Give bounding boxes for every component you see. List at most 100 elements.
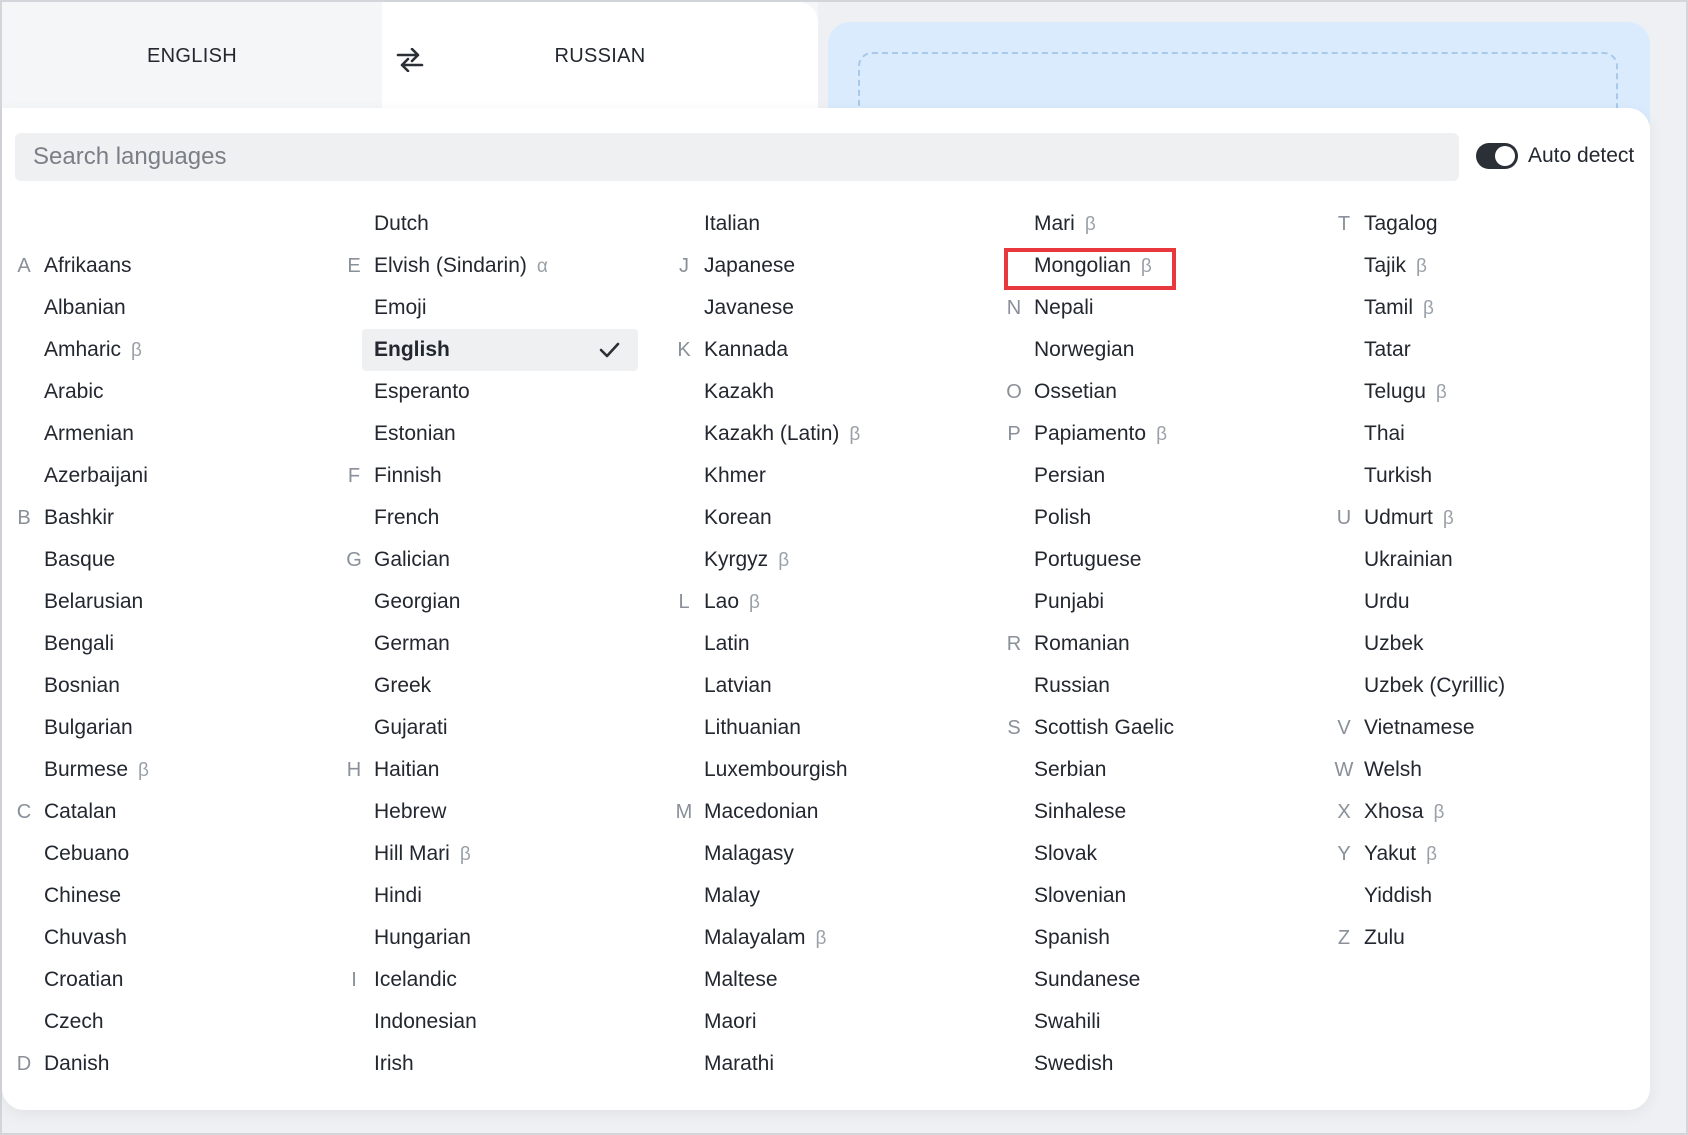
language-item[interactable]: Y Yakut β	[1322, 833, 1650, 875]
language-item[interactable]: Tajik β	[1322, 245, 1650, 287]
language-item[interactable]: Bosnian	[2, 665, 330, 707]
language-item[interactable]: Slovak	[992, 833, 1320, 875]
language-item[interactable]: Italian	[662, 203, 990, 245]
language-item[interactable]: P Papiamento β	[992, 413, 1320, 455]
language-item[interactable]: Chuvash	[2, 917, 330, 959]
language-item[interactable]: Indonesian	[332, 1001, 660, 1043]
language-item[interactable]: Sinhalese	[992, 791, 1320, 833]
language-item[interactable]: Hindi	[332, 875, 660, 917]
language-item[interactable]: Malayalam β	[662, 917, 990, 959]
language-item[interactable]: W Welsh	[1322, 749, 1650, 791]
language-item[interactable]: N Nepali	[992, 287, 1320, 329]
language-item[interactable]: Amharic β	[2, 329, 330, 371]
language-item[interactable]: Slovenian	[992, 875, 1320, 917]
language-item[interactable]: X Xhosa β	[1322, 791, 1650, 833]
language-item[interactable]: Malay	[662, 875, 990, 917]
language-item[interactable]: E Elvish (Sindarin) α	[332, 245, 660, 287]
language-item[interactable]: Irish	[332, 1043, 660, 1085]
language-item[interactable]: Armenian	[2, 413, 330, 455]
language-item[interactable]: Georgian	[332, 581, 660, 623]
language-item[interactable]: Tamil β	[1322, 287, 1650, 329]
language-item[interactable]: Portuguese	[992, 539, 1320, 581]
language-item[interactable]: Basque	[2, 539, 330, 581]
language-item[interactable]: Mongolian β	[992, 245, 1320, 287]
language-item[interactable]: Serbian	[992, 749, 1320, 791]
language-item[interactable]: Latin	[662, 623, 990, 665]
language-item[interactable]: C Catalan	[2, 791, 330, 833]
language-item[interactable]: Bulgarian	[2, 707, 330, 749]
language-item[interactable]: Greek	[332, 665, 660, 707]
language-item[interactable]: Telugu β	[1322, 371, 1650, 413]
language-item[interactable]: Gujarati	[332, 707, 660, 749]
language-item[interactable]: Swedish	[992, 1043, 1320, 1085]
language-item[interactable]: Burmese β	[2, 749, 330, 791]
language-item[interactable]: Cebuano	[2, 833, 330, 875]
language-item[interactable]: Albanian	[2, 287, 330, 329]
language-item[interactable]: Chinese	[2, 875, 330, 917]
language-item[interactable]: Mari β	[992, 203, 1320, 245]
language-item[interactable]: F Finnish	[332, 455, 660, 497]
language-item[interactable]: Malagasy	[662, 833, 990, 875]
language-item[interactable]: Kazakh	[662, 371, 990, 413]
language-item[interactable]: Dutch	[332, 203, 660, 245]
language-item[interactable]: K Kannada	[662, 329, 990, 371]
swap-languages-button[interactable]	[394, 44, 426, 76]
language-item[interactable]: Arabic	[2, 371, 330, 413]
language-item[interactable]: English	[332, 329, 660, 371]
language-item[interactable]: B Bashkir	[2, 497, 330, 539]
language-item[interactable]: Hungarian	[332, 917, 660, 959]
language-item[interactable]: Sundanese	[992, 959, 1320, 1001]
language-item[interactable]: Hill Mari β	[332, 833, 660, 875]
language-item[interactable]: Punjabi	[992, 581, 1320, 623]
language-item[interactable]: Marathi	[662, 1043, 990, 1085]
language-item[interactable]: Bengali	[2, 623, 330, 665]
language-item[interactable]: Polish	[992, 497, 1320, 539]
language-item[interactable]: Maori	[662, 1001, 990, 1043]
language-item[interactable]: Belarusian	[2, 581, 330, 623]
language-item[interactable]: Z Zulu	[1322, 917, 1650, 959]
language-item[interactable]: Kazakh (Latin) β	[662, 413, 990, 455]
search-languages-input[interactable]	[33, 143, 1459, 171]
language-item[interactable]: Hebrew	[332, 791, 660, 833]
language-item[interactable]: Thai	[1322, 413, 1650, 455]
language-item[interactable]: S Scottish Gaelic	[992, 707, 1320, 749]
language-item[interactable]: Luxembourgish	[662, 749, 990, 791]
language-item[interactable]: Tatar	[1322, 329, 1650, 371]
language-item[interactable]: Ukrainian	[1322, 539, 1650, 581]
language-item[interactable]: Yiddish	[1322, 875, 1650, 917]
language-item[interactable]: Lithuanian	[662, 707, 990, 749]
language-item[interactable]: Emoji	[332, 287, 660, 329]
language-item[interactable]: Estonian	[332, 413, 660, 455]
source-language-tab[interactable]: ENGLISH	[2, 2, 382, 110]
language-item[interactable]: H Haitian	[332, 749, 660, 791]
language-item[interactable]: Latvian	[662, 665, 990, 707]
language-item[interactable]: Esperanto	[332, 371, 660, 413]
language-item[interactable]: Kyrgyz β	[662, 539, 990, 581]
language-item[interactable]: Azerbaijani	[2, 455, 330, 497]
language-item[interactable]: Czech	[2, 1001, 330, 1043]
search-box[interactable]	[15, 133, 1459, 181]
language-item[interactable]: D Danish	[2, 1043, 330, 1085]
language-item[interactable]: French	[332, 497, 660, 539]
language-item[interactable]: Korean	[662, 497, 990, 539]
language-item[interactable]: M Macedonian	[662, 791, 990, 833]
language-item[interactable]: Maltese	[662, 959, 990, 1001]
language-item[interactable]: Swahili	[992, 1001, 1320, 1043]
language-item[interactable]: U Udmurt β	[1322, 497, 1650, 539]
language-item[interactable]: G Galician	[332, 539, 660, 581]
language-item[interactable]: German	[332, 623, 660, 665]
language-item[interactable]: Urdu	[1322, 581, 1650, 623]
toggle-switch[interactable]	[1476, 143, 1518, 169]
language-item[interactable]: Uzbek (Cyrillic)	[1322, 665, 1650, 707]
language-item[interactable]: Spanish	[992, 917, 1320, 959]
language-item[interactable]: Khmer	[662, 455, 990, 497]
language-item[interactable]: I Icelandic	[332, 959, 660, 1001]
language-item[interactable]: A Afrikaans	[2, 245, 330, 287]
language-item[interactable]: Norwegian	[992, 329, 1320, 371]
language-item[interactable]: Turkish	[1322, 455, 1650, 497]
language-item[interactable]: T Tagalog	[1322, 203, 1650, 245]
language-item[interactable]: L Lao β	[662, 581, 990, 623]
auto-detect-toggle[interactable]: Auto detect	[1476, 141, 1634, 171]
language-item[interactable]: Russian	[992, 665, 1320, 707]
language-item[interactable]: Javanese	[662, 287, 990, 329]
